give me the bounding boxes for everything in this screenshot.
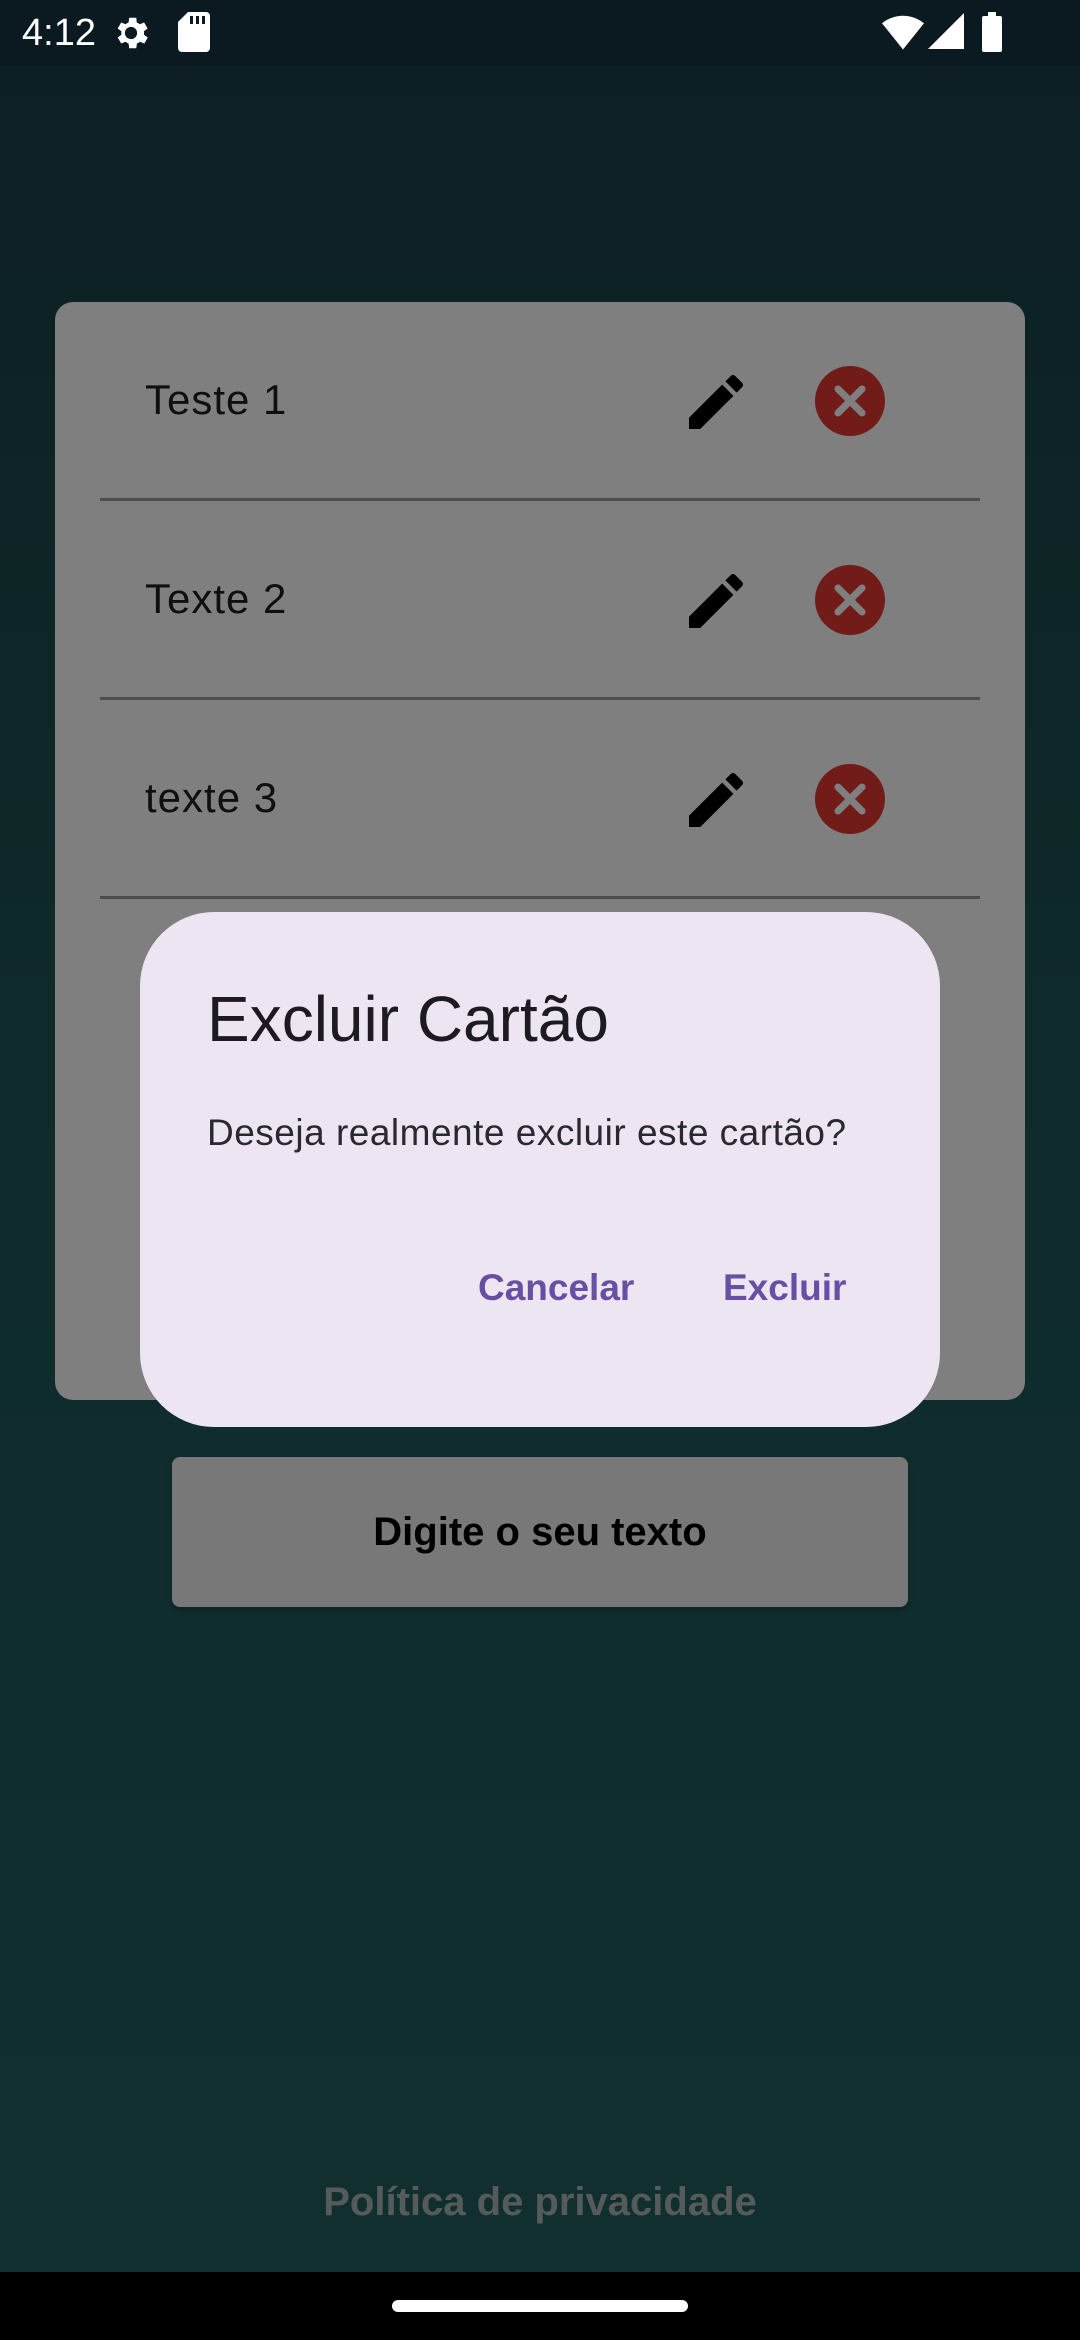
navigation-bar [0,2272,1080,2340]
status-time: 4:12 [22,12,96,54]
signal-icon [928,12,964,50]
home-handle[interactable] [392,2300,688,2312]
delete-card-dialog: Excluir Cartão Deseja realmente excluir … [140,912,940,1427]
wifi-icon [882,12,924,52]
sd-card-icon [178,12,210,52]
status-bar: 4:12 [0,0,1080,66]
cancel-button[interactable]: Cancelar [478,1267,634,1309]
settings-icon [110,12,152,54]
confirm-delete-button[interactable]: Excluir [723,1267,846,1309]
dialog-message: Deseja realmente excluir este cartão? [207,1112,847,1153]
dialog-title: Excluir Cartão [207,983,609,1055]
app-screen: Teste 1 Texte 2 texte 3 [0,0,1080,2340]
battery-icon [982,12,1002,52]
